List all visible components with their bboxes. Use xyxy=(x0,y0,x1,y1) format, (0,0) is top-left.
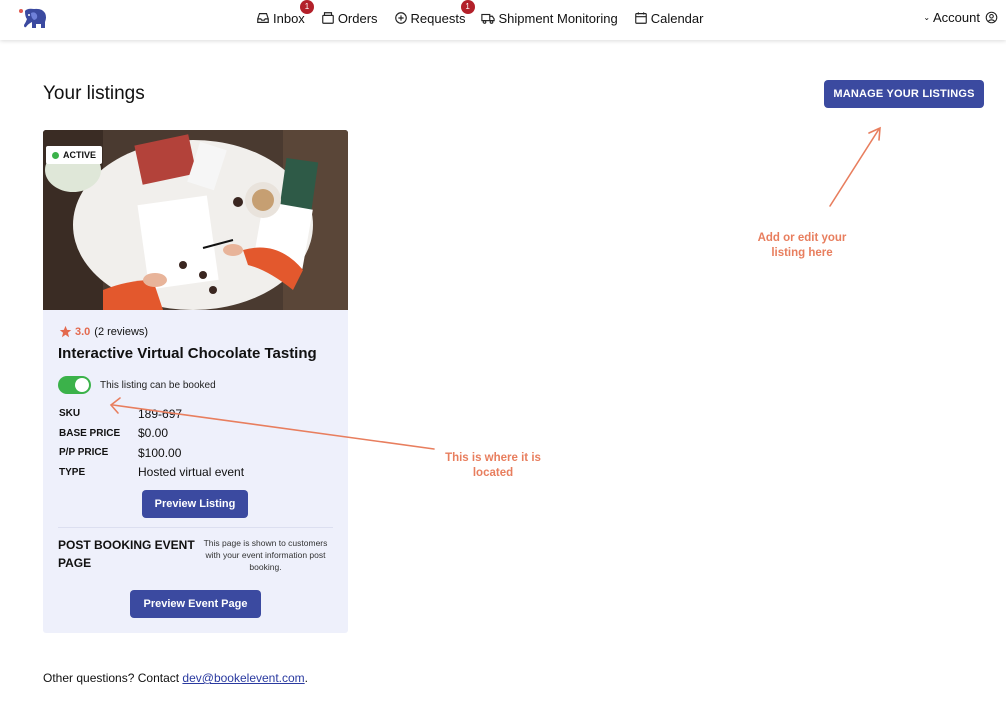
nav-orders[interactable]: Orders xyxy=(321,11,378,26)
detail-label: BASE PRICE xyxy=(59,427,121,439)
nav-calendar[interactable]: Calendar xyxy=(634,10,704,26)
manage-arrow xyxy=(829,126,881,207)
star-icon xyxy=(59,325,72,338)
detail-value: 189-697 xyxy=(138,406,183,421)
manage-annotation-note: Add or edit your listing here xyxy=(757,232,847,259)
orders-icon xyxy=(321,12,334,24)
toggle-annotation-note: This is where it is located xyxy=(445,452,541,479)
calendar-icon xyxy=(634,12,647,24)
nav-requests-label: Requests xyxy=(410,10,466,26)
inbox-icon xyxy=(257,13,269,23)
preview-event-page-button[interactable]: Preview Event Page xyxy=(130,590,261,618)
listing-rating: 3.0 (2 reviews) xyxy=(59,325,148,338)
nav-inbox[interactable]: Inbox 1 xyxy=(256,0,314,26)
preview-listing-button[interactable]: Preview Listing xyxy=(142,490,248,518)
detail-value: $0.00 xyxy=(138,426,169,441)
nav-requests[interactable]: Requests 1 xyxy=(394,0,475,26)
listing-title: Interactive Virtual Chocolate Tasting xyxy=(58,345,317,362)
contact-email-link[interactable]: dev@bookelevent.com xyxy=(182,671,304,685)
inbox-notification-badge: 1 xyxy=(300,0,314,14)
account-label: Account xyxy=(933,10,980,25)
detail-value: Hosted virtual event xyxy=(138,465,245,480)
listing-details: SKU 189-697 BASE PRICE $0.00 P/P PRICE $… xyxy=(59,404,244,482)
detail-row-base-price: BASE PRICE $0.00 xyxy=(59,424,244,444)
nav-inbox-label: Inbox xyxy=(273,10,305,26)
detail-row-sku: SKU 189-697 xyxy=(59,404,244,424)
post-booking-description: This page is shown to customers with you… xyxy=(203,538,328,572)
manage-listings-button[interactable]: MANAGE YOUR LISTINGS xyxy=(824,80,984,108)
detail-label: SKU xyxy=(59,408,81,420)
nav-calendar-label: Calendar xyxy=(650,10,704,26)
bookable-toggle-row: This listing can be booked xyxy=(58,376,216,394)
footer-text: Other questions? Contact xyxy=(43,671,180,685)
bookable-toggle-label: This listing can be booked xyxy=(100,379,216,391)
card-divider xyxy=(58,527,333,528)
detail-row-type: TYPE Hosted virtual event xyxy=(59,463,244,483)
nav-shipment-label: Shipment Monitoring xyxy=(498,10,618,26)
top-navigation-bar: Inbox 1 Orders Requests 1 Shipment Monit… xyxy=(0,0,1006,40)
footer-period: . xyxy=(304,671,309,685)
rating-score: 3.0 xyxy=(75,325,91,338)
detail-row-pp-price: P/P PRICE $100.00 xyxy=(59,443,244,463)
review-count: (2 reviews) xyxy=(94,325,149,338)
elephant-logo-icon[interactable] xyxy=(18,7,48,29)
plus-circle-icon xyxy=(394,12,407,24)
active-status-dot xyxy=(52,151,59,159)
detail-value: $100.00 xyxy=(138,445,182,460)
requests-notification-badge: 1 xyxy=(460,0,475,14)
main-nav: Inbox 1 Orders Requests 1 Shipment Monit… xyxy=(256,0,719,36)
bookable-toggle[interactable] xyxy=(58,376,91,394)
detail-label: P/P PRICE xyxy=(59,447,109,459)
listing-card: ACTIVE 3.0 (2 reviews) Interactive Virtu… xyxy=(43,130,348,633)
status-badge: ACTIVE xyxy=(46,146,103,164)
post-booking-title: POST BOOKING EVENT PAGE xyxy=(58,538,195,570)
toggle-knob xyxy=(75,378,89,392)
page-title: Your listings xyxy=(43,83,145,104)
truck-icon xyxy=(481,13,496,24)
status-label: ACTIVE xyxy=(63,150,97,160)
account-menu[interactable]: ⌄ Account xyxy=(923,10,998,25)
nav-orders-label: Orders xyxy=(337,10,378,26)
detail-label: TYPE xyxy=(59,466,86,478)
footer-contact: Other questions? Contact dev@bookelevent… xyxy=(43,671,308,685)
nav-shipment-monitoring[interactable]: Shipment Monitoring xyxy=(481,10,618,26)
user-circle-icon xyxy=(985,11,998,24)
chevron-down-icon: ⌄ xyxy=(923,13,931,22)
